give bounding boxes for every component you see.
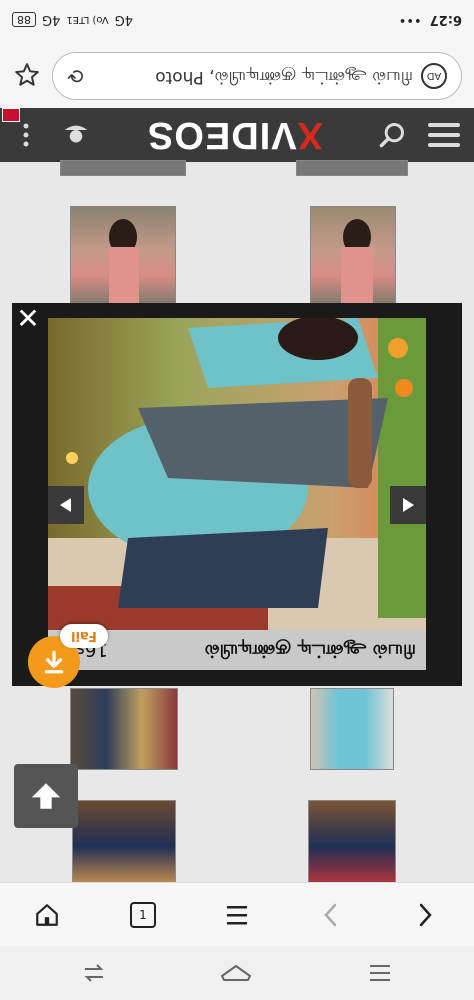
tabs-icon[interactable]: 1 xyxy=(124,896,162,934)
network-label-2: 4G xyxy=(42,12,61,28)
video-thumbnail[interactable] xyxy=(70,688,178,770)
battery-icon: 88 xyxy=(12,12,36,28)
status-dots: ••• xyxy=(398,12,422,28)
scroll-to-top-button[interactable] xyxy=(14,764,78,828)
bookmark-star-icon[interactable] xyxy=(10,58,44,92)
previous-arrow-button[interactable] xyxy=(48,486,84,524)
user-account-icon[interactable] xyxy=(58,116,94,154)
next-arrow-button[interactable] xyxy=(390,486,426,524)
status-bar: 6:27 ••• 4G Vo) LTE1 4G 88 xyxy=(0,0,474,40)
reload-icon[interactable]: ⟳ xyxy=(67,64,84,88)
recent-apps-icon[interactable] xyxy=(74,956,114,990)
video-thumbnail[interactable] xyxy=(308,800,396,884)
url-text: ரியல் ஆன்ட்டி குண்டியில், Photo xyxy=(155,67,413,87)
status-time: 6:27 xyxy=(429,12,462,28)
video-thumbnail[interactable] xyxy=(70,206,176,306)
hamburger-menu-icon[interactable] xyxy=(424,116,464,154)
video-thumbnail[interactable] xyxy=(72,800,176,884)
more-menu-icon[interactable] xyxy=(18,118,34,152)
close-icon[interactable]: ✕ xyxy=(14,305,42,333)
video-title[interactable]: ரியல் ஆன்ட்டி குண்டியில் xyxy=(205,639,416,662)
video-thumbnail[interactable] xyxy=(60,160,186,176)
system-menu-icon[interactable] xyxy=(360,956,400,990)
home-icon[interactable] xyxy=(28,896,66,934)
video-thumbnail[interactable] xyxy=(310,688,394,770)
video-thumbnail[interactable] xyxy=(310,206,396,306)
network-label: 4G xyxy=(114,12,133,28)
battery-level: 88 xyxy=(17,13,31,27)
video-thumbnail[interactable] xyxy=(296,160,408,176)
menu-icon[interactable] xyxy=(218,896,256,934)
forward-arrow-icon[interactable] xyxy=(406,896,444,934)
ad-block-icon[interactable]: AD xyxy=(421,63,447,89)
site-logo[interactable]: X VIDEOS xyxy=(140,110,330,160)
volte-label: Vo) LTE1 xyxy=(66,14,109,26)
download-status-badge: Fail xyxy=(60,624,108,648)
system-home-icon[interactable] xyxy=(216,956,256,990)
back-arrow-icon[interactable] xyxy=(312,896,350,934)
video-preview[interactable] xyxy=(48,318,426,630)
address-bar[interactable]: AD ரியல் ஆன்ட்டி குண்டியில், Photo ⟳ xyxy=(52,52,462,100)
search-icon[interactable] xyxy=(372,116,412,154)
